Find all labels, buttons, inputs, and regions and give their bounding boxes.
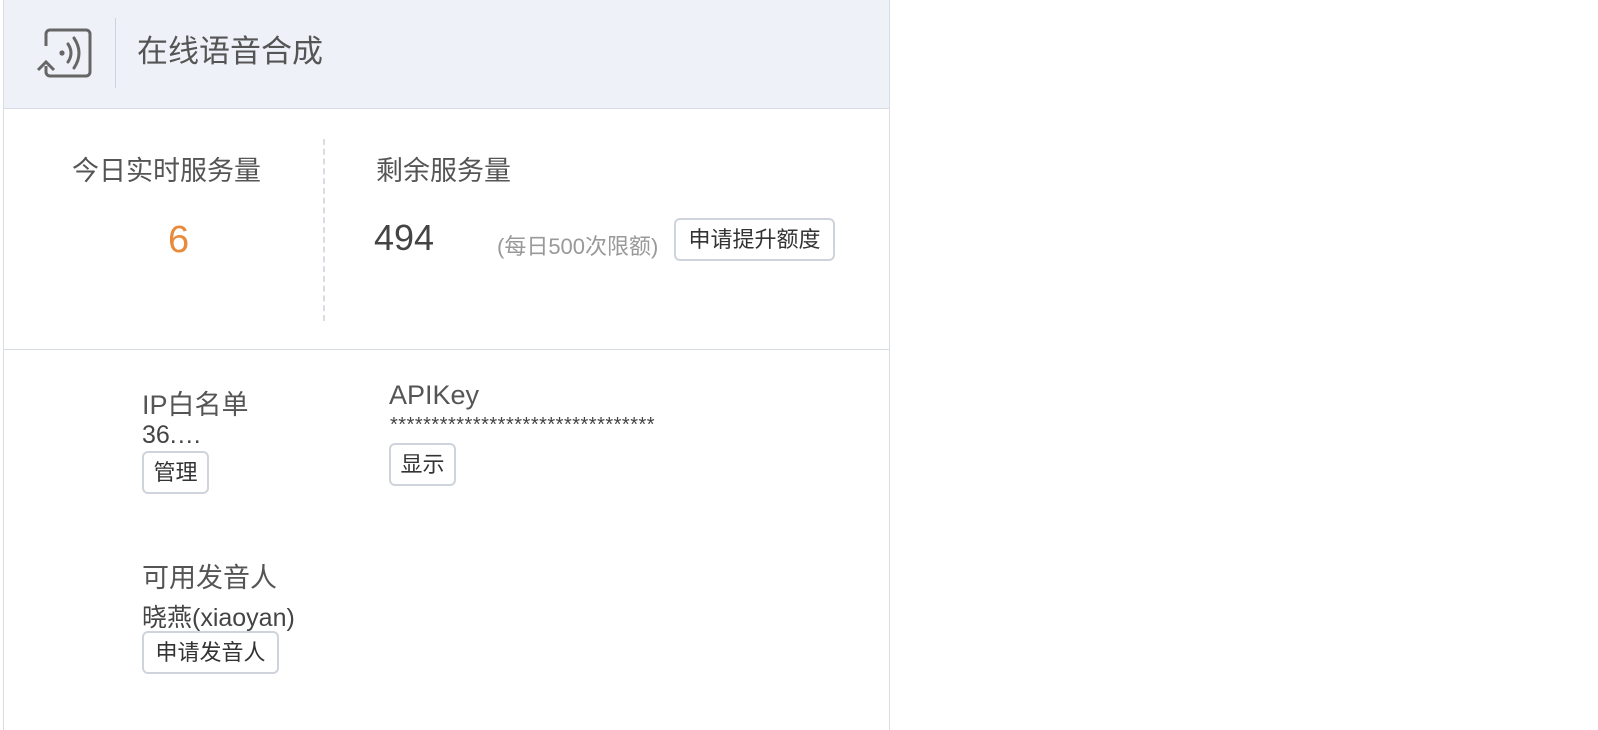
apikey-label: APIKey — [389, 380, 480, 410]
apikey-value: ******************************** — [390, 414, 656, 436]
service-panel: 在线语音合成 今日实时服务量 6 剩余服务量 494 (每日500次限额) 申请… — [3, 0, 890, 730]
remaining-usage-value: 494 — [374, 217, 435, 258]
manage-ip-button[interactable]: 管理 — [142, 451, 209, 494]
available-speaker-value: 晓燕(xiaoyan) — [142, 604, 295, 632]
today-usage-label: 今日实时服务量 — [72, 156, 261, 186]
stats-divider — [323, 139, 325, 321]
available-speaker-label: 可用发音人 — [142, 563, 277, 593]
panel-header: 在线语音合成 — [4, 0, 889, 109]
request-quota-increase-button[interactable]: 申请提升额度 — [674, 218, 835, 261]
daily-limit-note: (每日500次限额) — [497, 234, 659, 259]
page-title: 在线语音合成 — [137, 34, 323, 69]
today-usage-value: 6 — [168, 219, 190, 261]
ip-whitelist-label: IP白名单 — [142, 390, 249, 420]
ip-whitelist-value: 36.… — [142, 421, 202, 449]
apply-speaker-button[interactable]: 申请发音人 — [142, 631, 279, 674]
speaker-broadcast-icon — [34, 24, 94, 80]
service-info: IP白名单 36.… 管理 APIKey *******************… — [4, 350, 889, 730]
remaining-usage-label: 剩余服务量 — [376, 156, 511, 186]
usage-stats: 今日实时服务量 6 剩余服务量 494 (每日500次限额) 申请提升额度 — [4, 109, 889, 350]
show-apikey-button[interactable]: 显示 — [389, 443, 456, 486]
header-divider — [115, 18, 116, 88]
